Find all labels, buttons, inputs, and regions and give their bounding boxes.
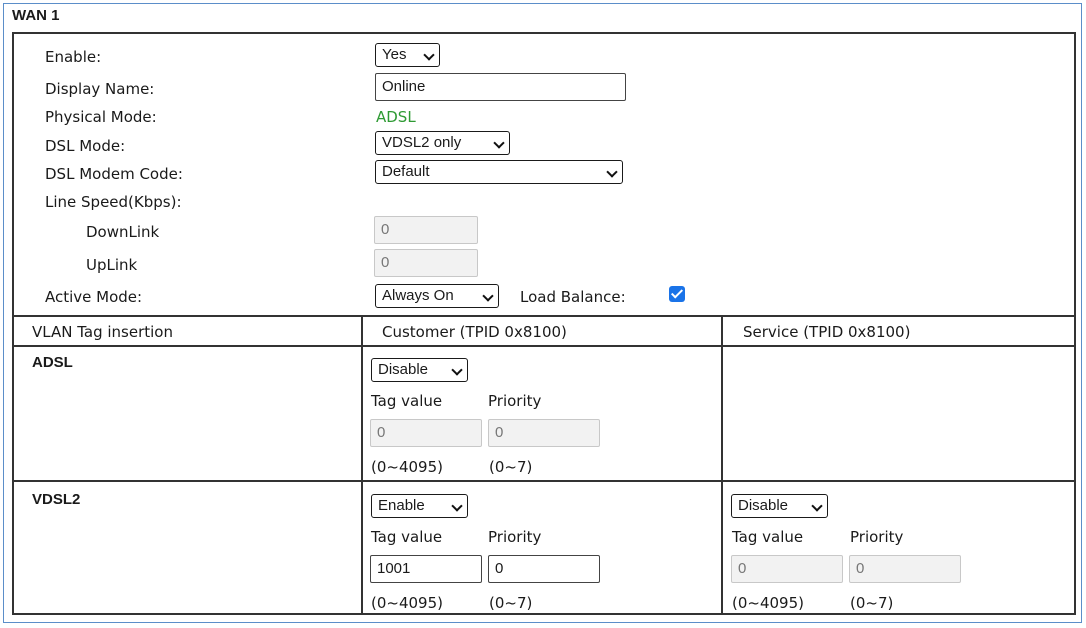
chevron-down-icon — [451, 500, 463, 512]
vlan-header-label: VLAN Tag insertion — [32, 323, 173, 341]
chevron-down-icon — [423, 49, 435, 61]
vdsl2-service-state-value: Disable — [738, 497, 789, 514]
table-divider — [721, 315, 723, 613]
line-speed-label: Line Speed(Kbps): — [45, 193, 182, 211]
section-title: WAN 1 — [12, 7, 60, 24]
customer-header: Customer (TPID 0x8100) — [382, 323, 567, 341]
vdsl2-customer-state-value: Enable — [378, 497, 425, 514]
table-divider — [14, 480, 1074, 482]
table-divider — [14, 345, 1074, 347]
adsl-row-label: ADSL — [32, 354, 73, 371]
dsl-modem-code-label: DSL Modem Code: — [45, 165, 183, 183]
table-divider — [361, 315, 363, 613]
adsl-customer-tag-input[interactable]: 0 — [370, 419, 482, 447]
adsl-tag-range: (0~4095) — [371, 458, 443, 476]
active-mode-select[interactable]: Always On — [375, 284, 499, 308]
adsl-customer-state-select[interactable]: Disable — [371, 358, 468, 382]
vdsl2-service-tag-input[interactable]: 0 — [731, 555, 843, 583]
vdsl2-customer-tag-range: (0~4095) — [371, 594, 443, 612]
dsl-mode-select-value: VDSL2 only — [382, 134, 462, 151]
chevron-down-icon — [811, 500, 823, 512]
vdsl2-service-state-select[interactable]: Disable — [731, 494, 828, 518]
physical-mode-value: ADSL — [376, 108, 416, 126]
dsl-mode-label: DSL Mode: — [45, 137, 126, 155]
adsl-customer-state-value: Disable — [378, 361, 429, 378]
table-divider — [14, 315, 1074, 317]
uplink-input[interactable]: 0 — [374, 249, 478, 277]
dsl-mode-select[interactable]: VDSL2 only — [375, 131, 510, 155]
downlink-label: DownLink — [86, 223, 160, 241]
display-name-input[interactable]: Online — [375, 73, 626, 101]
chevron-down-icon — [493, 137, 505, 149]
vdsl2-customer-priority-label: Priority — [488, 528, 542, 546]
chevron-down-icon — [451, 364, 463, 376]
enable-select[interactable]: Yes — [375, 43, 440, 67]
adsl-tag-value-label: Tag value — [371, 392, 443, 410]
adsl-priority-range: (0~7) — [489, 458, 533, 476]
vdsl2-customer-tag-value-label: Tag value — [371, 528, 443, 546]
physical-mode-label: Physical Mode: — [45, 108, 157, 126]
display-name-label: Display Name: — [45, 80, 155, 98]
vdsl2-service-tag-range: (0~4095) — [732, 594, 804, 612]
active-mode-label: Active Mode: — [45, 288, 143, 306]
downlink-input[interactable]: 0 — [374, 216, 478, 244]
vdsl2-customer-priority-input[interactable]: 0 — [488, 555, 600, 583]
load-balance-checkbox[interactable] — [669, 286, 685, 302]
vdsl2-customer-priority-range: (0~7) — [489, 594, 533, 612]
enable-label: Enable: — [45, 48, 102, 66]
enable-select-value: Yes — [382, 46, 407, 63]
wan-settings-panel: Enable: Yes Display Name: Online Physica… — [12, 32, 1076, 615]
vdsl2-customer-state-select[interactable]: Enable — [371, 494, 468, 518]
vdsl2-service-priority-input[interactable]: 0 — [849, 555, 961, 583]
vdsl2-service-priority-label: Priority — [850, 528, 904, 546]
vdsl2-service-priority-range: (0~7) — [850, 594, 894, 612]
vdsl2-customer-tag-input[interactable]: 1001 — [370, 555, 482, 583]
chevron-down-icon — [606, 166, 618, 178]
dsl-modem-code-select-value: Default — [382, 163, 430, 180]
load-balance-label: Load Balance: — [520, 288, 626, 306]
service-header: Service (TPID 0x8100) — [743, 323, 911, 341]
chevron-down-icon — [482, 290, 494, 302]
adsl-customer-priority-input[interactable]: 0 — [488, 419, 600, 447]
active-mode-select-value: Always On — [382, 287, 454, 304]
adsl-priority-label: Priority — [488, 392, 542, 410]
dsl-modem-code-select[interactable]: Default — [375, 160, 623, 184]
vdsl2-service-tag-value-label: Tag value — [732, 528, 804, 546]
uplink-label: UpLink — [86, 256, 138, 274]
vdsl2-row-label: VDSL2 — [32, 491, 81, 508]
